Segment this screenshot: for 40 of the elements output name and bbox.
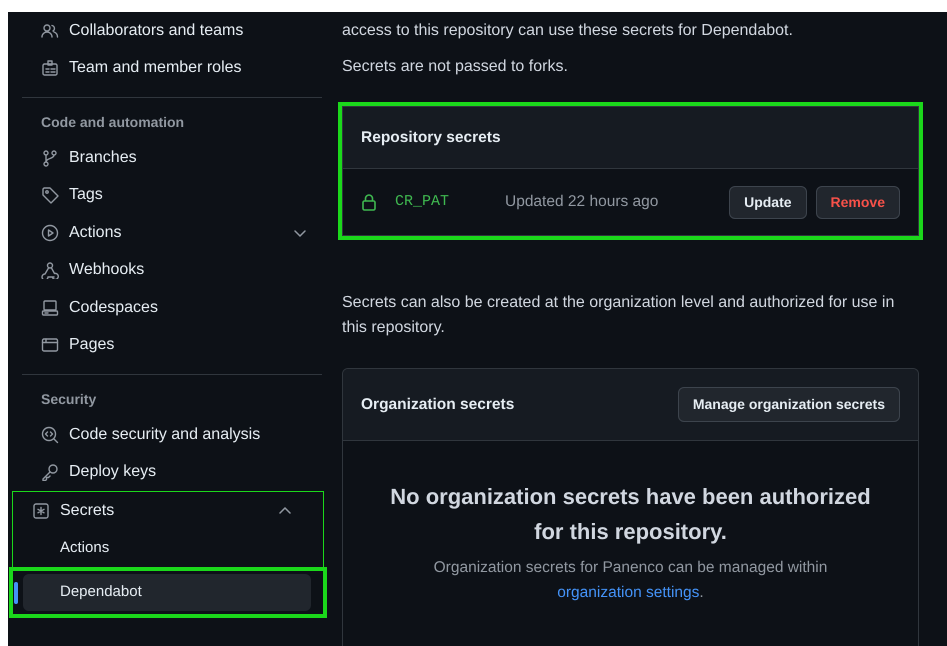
sidebar-item[interactable]: Team and member roles <box>22 50 338 87</box>
sidebar-item[interactable]: Collaborators and teams <box>22 12 338 50</box>
selection-indicator <box>14 582 18 604</box>
card-title: Repository secrets <box>343 107 918 169</box>
section-heading: Code and automation <box>40 113 186 132</box>
paragraph: access to this repository can use these secrets for Dependabot. <box>342 21 794 41</box>
card-title: Organization secrets <box>361 394 514 415</box>
empty-state-text: Organization secrets for Panenco can be managed within organization settings. <box>432 558 828 603</box>
lock-icon <box>361 193 377 211</box>
play-circle-icon <box>41 224 59 242</box>
webhook-icon <box>41 261 59 280</box>
sidebar-item[interactable]: Tags <box>22 176 338 214</box>
secret-button[interactable]: Update <box>729 186 807 218</box>
sidebar-item[interactable]: Actions <box>22 214 338 252</box>
sidebar-item[interactable]: Code security and analysis <box>22 416 338 454</box>
id-badge-icon <box>41 59 59 78</box>
sidebar-subitem[interactable]: Actions <box>13 530 323 566</box>
paragraph: Secrets can also be created at the organization level and authorized for use in this repository. <box>342 293 896 338</box>
asterisk-box-icon <box>32 502 50 520</box>
manage-button[interactable]: Manage organization secrets <box>678 387 900 422</box>
sidebar-item[interactable]: Secrets <box>13 492 323 530</box>
key-icon <box>41 463 59 482</box>
browser-icon <box>41 336 59 354</box>
shield-search-icon <box>41 426 59 444</box>
sidebar-item[interactable]: Codespaces <box>22 289 338 326</box>
branch-icon <box>41 148 59 167</box>
people-icon <box>41 22 59 40</box>
sidebar-item[interactable]: Deploy keys <box>22 454 338 491</box>
laptop-icon <box>41 298 59 317</box>
empty-state-title: No organization secrets have been authorized for this repository. <box>389 483 872 546</box>
settings-link[interactable]: organization settings <box>557 584 700 601</box>
sidebar-item[interactable]: Branches <box>22 139 338 176</box>
updated-time: Updated 22 hours ago <box>505 192 660 212</box>
paragraph: Secrets are not passed to forks. <box>342 57 569 77</box>
tag-icon <box>41 186 59 204</box>
secret-button[interactable]: Remove <box>816 186 900 218</box>
secret-name: CR_PAT <box>395 192 450 212</box>
sidebar-item[interactable]: Pages <box>22 326 338 364</box>
sidebar-item[interactable]: Webhooks <box>22 252 338 289</box>
section-heading: Security <box>40 390 98 409</box>
